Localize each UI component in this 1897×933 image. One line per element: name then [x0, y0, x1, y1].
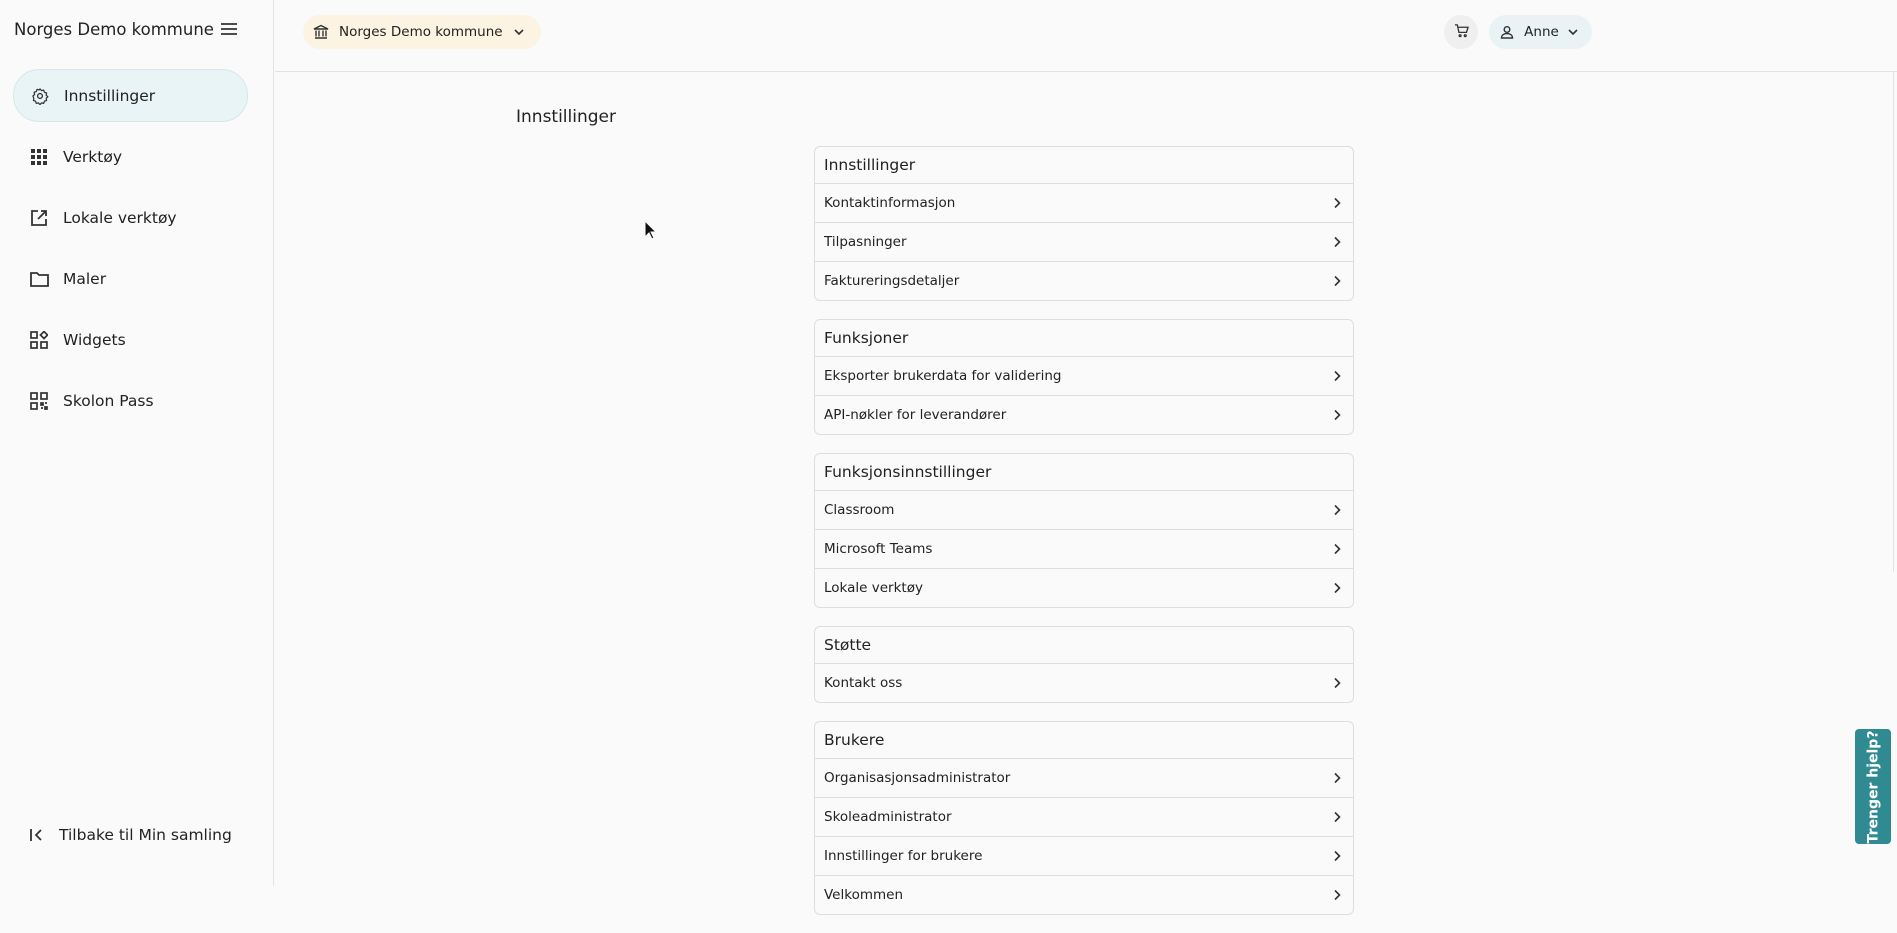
- person-icon: [1500, 24, 1516, 40]
- link-label: Lokale verktøy: [824, 580, 923, 596]
- section-title: Innstillinger: [815, 147, 1353, 184]
- widgets-icon: [29, 330, 49, 350]
- gear-icon: [30, 86, 50, 106]
- sidebar-item-lokale-verktoy[interactable]: Lokale verktøy: [13, 191, 248, 244]
- external-link-icon: [29, 208, 49, 228]
- link-label: Tilpasninger: [824, 234, 907, 250]
- sidebar-item-label: Lokale verktøy: [63, 208, 177, 227]
- sidebar-nav: Innstillinger Verktøy Lokale verktøy Mal…: [13, 69, 248, 435]
- chevron-right-icon: [1331, 235, 1345, 249]
- link-label: Organisasjonsadministrator: [824, 770, 1011, 786]
- settings-link-kontaktinformasjon[interactable]: Kontaktinformasjon: [815, 184, 1353, 223]
- settings-link-velkommen[interactable]: Velkommen: [815, 876, 1353, 914]
- mouse-cursor-icon: [644, 220, 658, 240]
- back-link-label: Tilbake til Min samling: [59, 826, 232, 844]
- sidebar-item-maler[interactable]: Maler: [13, 252, 248, 305]
- sidebar-item-innstillinger[interactable]: Innstillinger: [13, 69, 248, 122]
- chevron-right-icon: [1331, 771, 1345, 785]
- settings-link-kontakt-oss[interactable]: Kontakt oss: [815, 664, 1353, 702]
- link-label: Velkommen: [824, 887, 904, 903]
- link-label: Kontaktinformasjon: [824, 195, 956, 211]
- cart-icon: [1454, 23, 1469, 42]
- settings-link-innstillinger-for-brukere[interactable]: Innstillinger for brukere: [815, 837, 1353, 876]
- chevron-right-icon: [1331, 542, 1345, 556]
- page-title: Innstillinger: [516, 107, 616, 127]
- sidebar-item-skolon-pass[interactable]: Skolon Pass: [13, 374, 248, 427]
- grid-icon: [29, 147, 49, 167]
- link-label: Innstillinger for brukere: [824, 848, 983, 864]
- sidebar-item-label: Maler: [63, 269, 107, 288]
- settings-link-organisasjonsadministrator[interactable]: Organisasjonsadministrator: [815, 759, 1353, 798]
- section-title: Funksjonsinnstillinger: [815, 454, 1353, 491]
- chevron-right-icon: [1331, 810, 1345, 824]
- cart-button[interactable]: [1444, 15, 1478, 49]
- org-selector[interactable]: Norges Demo kommune: [303, 15, 541, 49]
- section-title: Funksjoner: [815, 320, 1353, 357]
- institution-icon: [313, 23, 331, 41]
- chevron-right-icon: [1331, 581, 1345, 595]
- link-label: Faktureringsdetaljer: [824, 273, 960, 289]
- chevron-down-icon: [1567, 25, 1581, 39]
- settings-link-api-keys[interactable]: API-nøkler for leverandører: [815, 396, 1353, 434]
- settings-sections: Innstillinger Kontaktinformasjon Tilpasn…: [814, 146, 1354, 933]
- settings-link-faktureringsdetaljer[interactable]: Faktureringsdetaljer: [815, 262, 1353, 300]
- menu-icon[interactable]: [218, 18, 240, 40]
- sidebar-item-verktoy[interactable]: Verktøy: [13, 130, 248, 183]
- scrollbar[interactable]: [1893, 72, 1894, 572]
- brand-name: Norges Demo kommune: [14, 20, 214, 39]
- sidebar-item-label: Widgets: [63, 330, 126, 349]
- link-label: Skoleadministrator: [824, 809, 952, 825]
- chevron-right-icon: [1331, 408, 1345, 422]
- sidebar-item-label: Innstillinger: [64, 86, 156, 105]
- link-label: Kontakt oss: [824, 675, 903, 691]
- back-to-collection-link[interactable]: Tilbake til Min samling: [29, 825, 232, 845]
- chevron-right-icon: [1331, 274, 1345, 288]
- user-menu-button[interactable]: Anne: [1489, 15, 1592, 49]
- qr-code-icon: [29, 391, 49, 411]
- link-label: Microsoft Teams: [824, 541, 933, 557]
- settings-link-tilpasninger[interactable]: Tilpasninger: [815, 223, 1353, 262]
- sidebar: Norges Demo kommune Innstillinger Verktø…: [0, 0, 274, 886]
- settings-link-export-user-data[interactable]: Eksporter brukerdata for validering: [815, 357, 1353, 396]
- chevron-right-icon: [1331, 888, 1345, 902]
- section-title: Brukere: [815, 722, 1353, 759]
- org-selector-label: Norges Demo kommune: [339, 24, 503, 40]
- chevron-right-icon: [1331, 196, 1345, 210]
- collapse-left-icon: [29, 825, 49, 845]
- section-card: Funksjonsinnstillinger Classroom Microso…: [814, 453, 1354, 608]
- chevron-right-icon: [1331, 503, 1345, 517]
- help-tab-button[interactable]: Trenger hjelp?: [1855, 729, 1891, 844]
- section-card: Støtte Kontakt oss: [814, 626, 1354, 703]
- sidebar-item-label: Verktøy: [63, 147, 123, 166]
- sidebar-item-widgets[interactable]: Widgets: [13, 313, 248, 366]
- section-card: Innstillinger Kontaktinformasjon Tilpasn…: [814, 146, 1354, 301]
- settings-link-microsoft-teams[interactable]: Microsoft Teams: [815, 530, 1353, 569]
- folder-icon: [29, 269, 49, 289]
- chevron-right-icon: [1331, 849, 1345, 863]
- chevron-right-icon: [1331, 676, 1345, 690]
- topbar: Norges Demo kommune: [275, 0, 1897, 72]
- section-title: Støtte: [815, 627, 1353, 664]
- chevron-right-icon: [1331, 369, 1345, 383]
- link-label: Eksporter brukerdata for validering: [824, 368, 1062, 384]
- help-tab-label: Trenger hjelp?: [1865, 730, 1881, 843]
- link-label: Classroom: [824, 502, 895, 518]
- chevron-down-icon: [513, 25, 527, 39]
- settings-link-skoleadministrator[interactable]: Skoleadministrator: [815, 798, 1353, 837]
- user-name: Anne: [1524, 24, 1559, 40]
- section-card: Funksjoner Eksporter brukerdata for vali…: [814, 319, 1354, 435]
- settings-link-classroom[interactable]: Classroom: [815, 491, 1353, 530]
- link-label: API-nøkler for leverandører: [824, 407, 1007, 423]
- settings-link-lokale-verktoy[interactable]: Lokale verktøy: [815, 569, 1353, 607]
- sidebar-item-label: Skolon Pass: [63, 391, 154, 410]
